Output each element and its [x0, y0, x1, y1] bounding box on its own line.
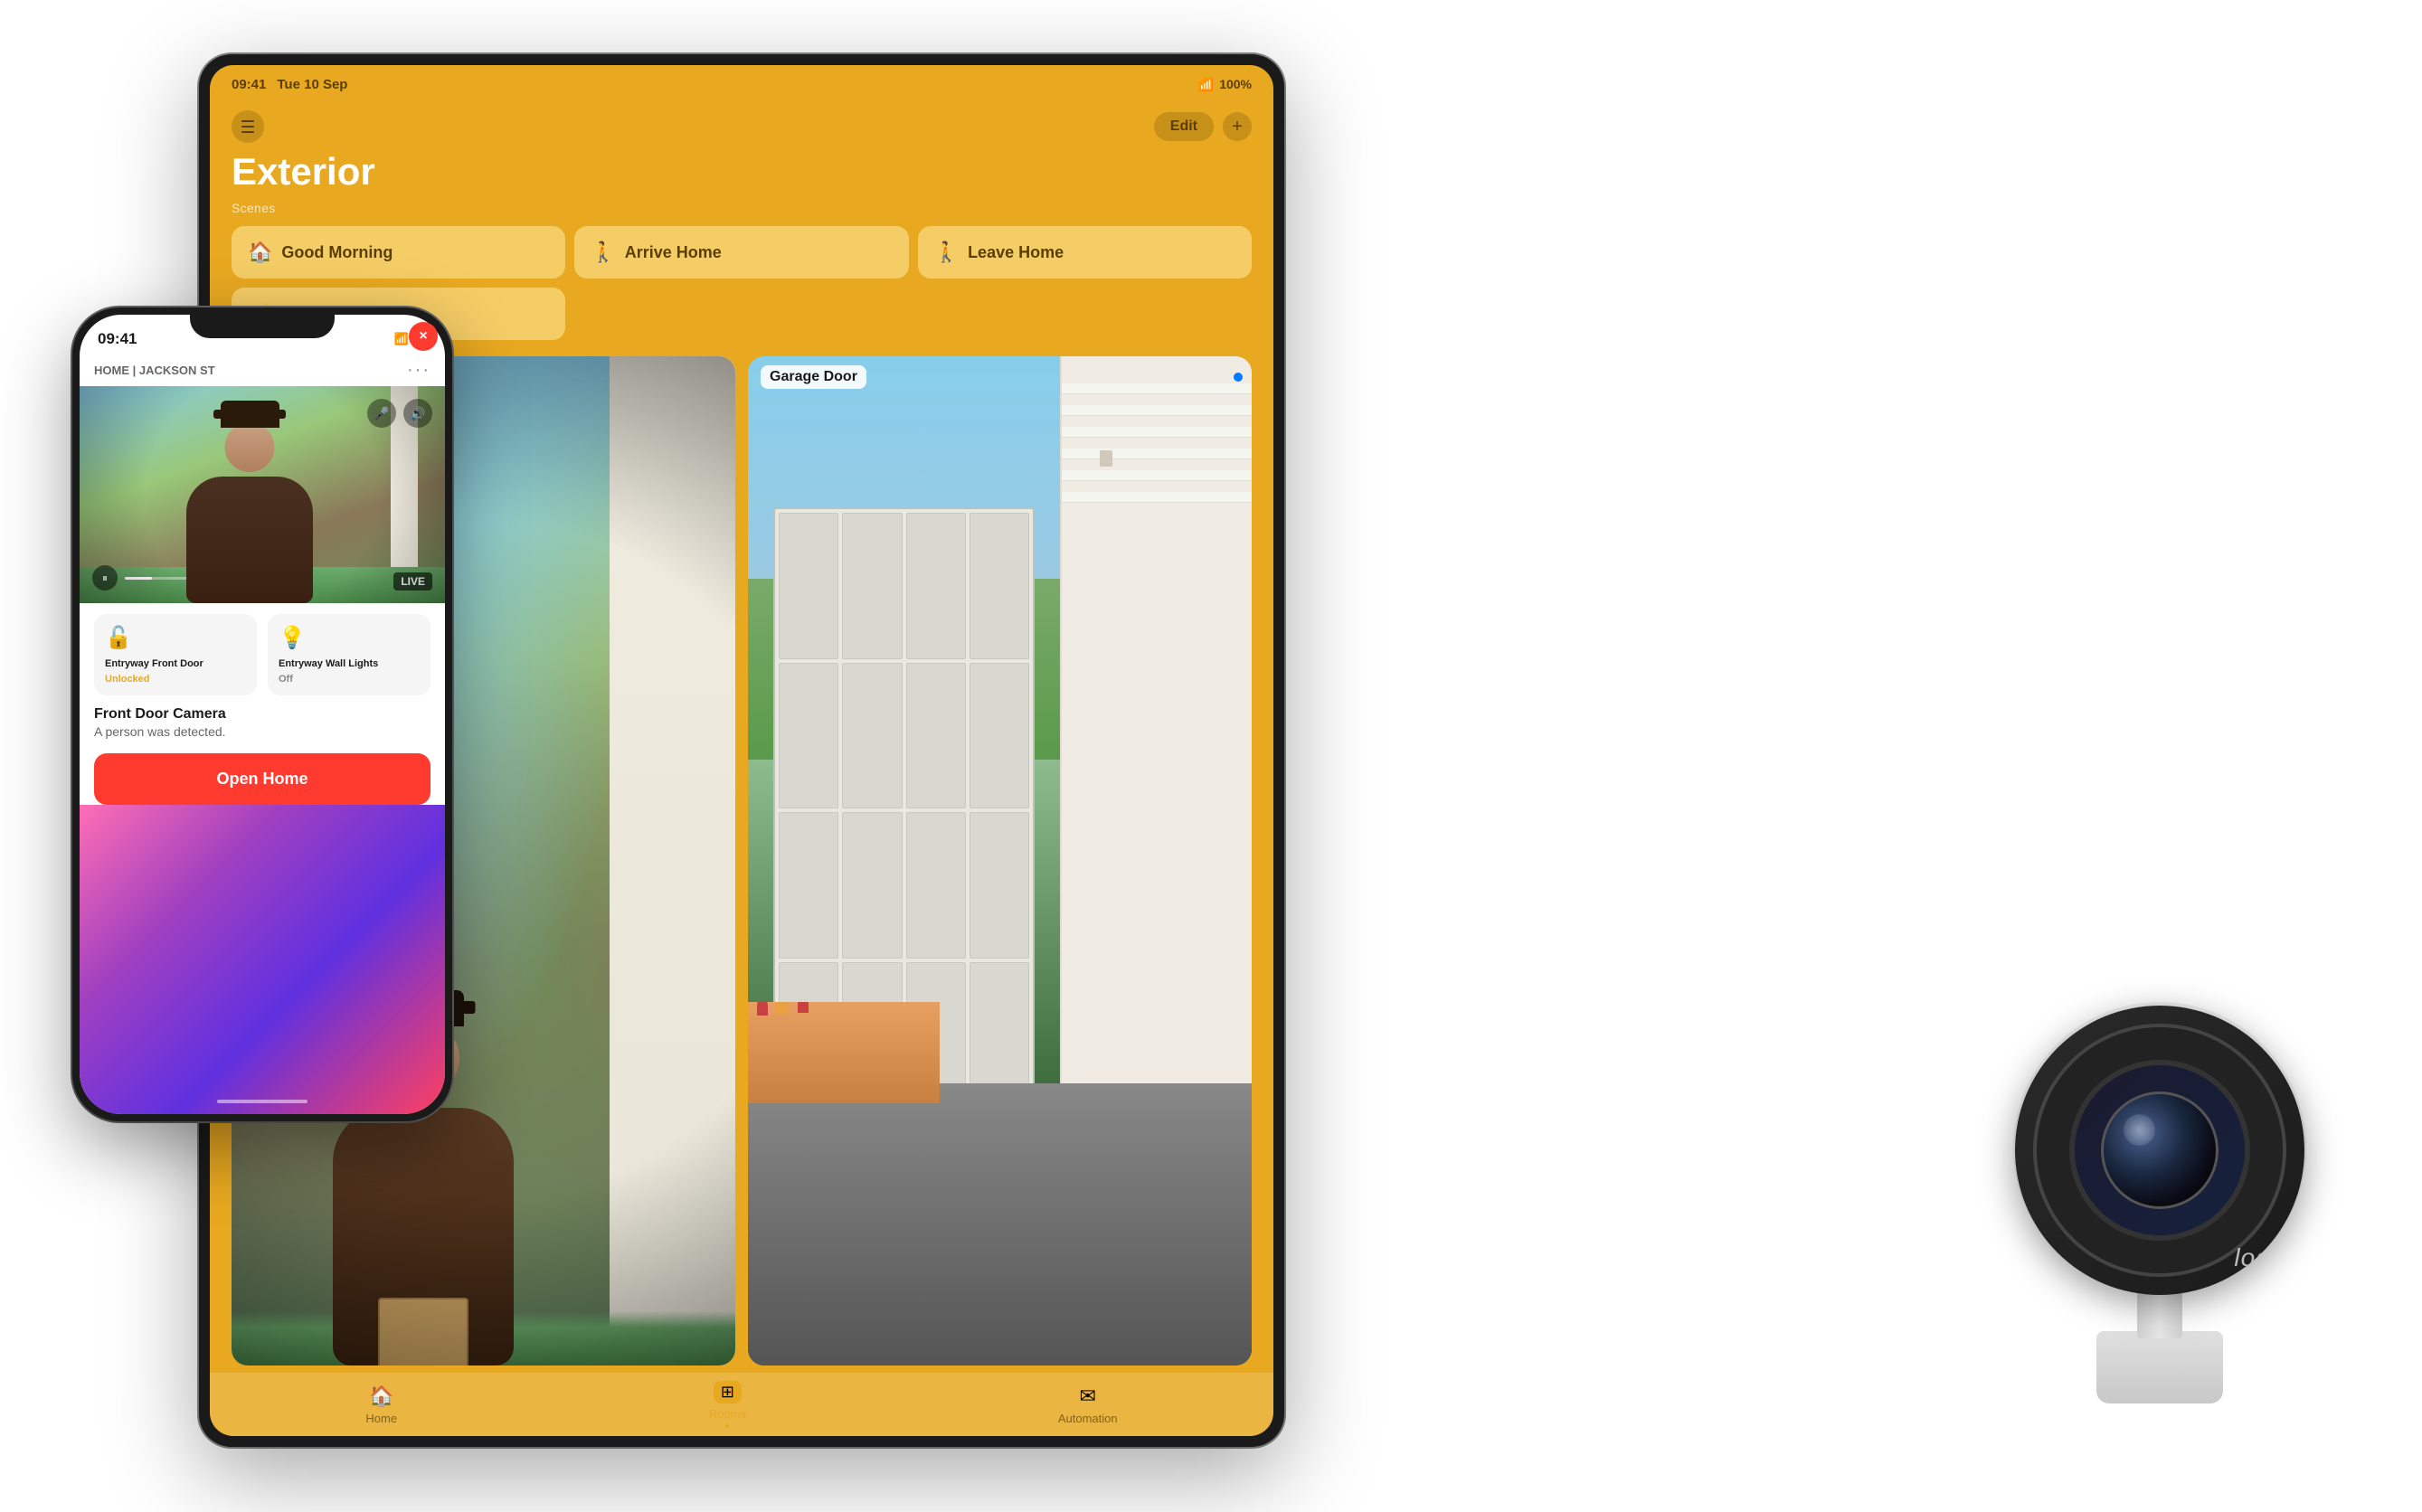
- lights-icon: 💡: [279, 625, 420, 651]
- camera-lens-shine: [2124, 1114, 2155, 1146]
- phone-person-hat: [221, 401, 279, 428]
- edit-button[interactable]: Edit: [1154, 112, 1214, 141]
- nav-home[interactable]: 🏠 Home: [365, 1384, 397, 1425]
- scenes-grid-row1: 🏠 Good Morning 🚶 Arrive Home 🚶 Leave Hom…: [232, 226, 1252, 279]
- phone-devices-row: 🔓 Entryway Front Door Unlocked 💡 Entrywa…: [80, 603, 445, 706]
- good-morning-label: Good Morning: [281, 243, 393, 262]
- security-light: [1100, 450, 1112, 467]
- garage-camera-header: Garage Door: [761, 365, 1243, 389]
- tablet-top-bar: Edit +: [210, 103, 1273, 150]
- camera-lens: [2101, 1091, 2219, 1209]
- garage-camera-card[interactable]: Garage Door: [748, 356, 1252, 1366]
- nav-automation[interactable]: ✉ Automation: [1058, 1384, 1118, 1425]
- scenes-label: Scenes: [232, 201, 1252, 215]
- lights-device-tile[interactable]: 💡 Entryway Wall Lights Off: [268, 614, 430, 695]
- main-scene: 09:41 Tue 10 Sep 📶 100%: [0, 0, 2422, 1512]
- tablet-status-bar: 09:41 Tue 10 Sep 📶 100%: [210, 65, 1273, 103]
- lock-device-name: Entryway Front Door: [105, 658, 246, 670]
- flower-bed: [748, 1002, 940, 1103]
- tablet-time: 09:41: [232, 77, 266, 92]
- phone-screen: 09:41 📶 🔋 HOME | JACKSON ST ···: [80, 315, 445, 1114]
- phone-cam-controls: 🎤 🔊: [367, 399, 432, 428]
- notification-body: A person was detected.: [94, 724, 430, 739]
- nav-rooms-label: Rooms: [709, 1407, 746, 1421]
- camera-inner-ring: [2069, 1060, 2250, 1241]
- lights-device-name: Entryway Wall Lights: [279, 658, 420, 670]
- logi-logo: logi: [2234, 1243, 2277, 1272]
- phone-home-location: HOME | JACKSON ST: [94, 364, 215, 377]
- live-badge: LIVE: [393, 572, 432, 591]
- add-button[interactable]: +: [1223, 112, 1252, 141]
- nav-home-label: Home: [365, 1412, 397, 1425]
- phone-home-indicator: [217, 1100, 307, 1103]
- phone-person-hat-brim: [213, 410, 286, 419]
- good-morning-icon: 🏠: [248, 241, 272, 264]
- open-home-button[interactable]: Open Home: [94, 753, 430, 805]
- tablet-status-right: 📶 100%: [1198, 77, 1252, 92]
- phone-time: 09:41: [98, 330, 137, 348]
- phone-doorbell-person: [186, 422, 313, 603]
- bottom-navigation: 🏠 Home ⊞ Rooms ✉ Automation: [210, 1373, 1273, 1436]
- garage-active-dot: [1234, 373, 1243, 382]
- wifi-icon: 📶: [1198, 77, 1214, 92]
- battery-icon: 100%: [1219, 77, 1252, 91]
- arrive-home-label: Arrive Home: [625, 243, 722, 262]
- video-progress-fill: [125, 577, 152, 580]
- camera-outer-ring: [2033, 1024, 2286, 1277]
- phone-notification: Front Door Camera A person was detected.: [80, 706, 445, 739]
- phone-notch: [190, 307, 335, 338]
- top-actions: Edit +: [1154, 112, 1252, 141]
- phone-camera-view[interactable]: 🎤 🔊 ⏸ LIVE: [80, 386, 445, 603]
- speaker-button[interactable]: 🔊: [403, 399, 432, 428]
- door-surrounds: [610, 356, 735, 1366]
- camera-stand: [2096, 1331, 2223, 1403]
- nav-automation-label: Automation: [1058, 1412, 1118, 1425]
- phone-device: × 09:41 📶 🔋 HOME | JACKSON ST ···: [72, 307, 452, 1121]
- leave-home-icon: 🚶: [934, 241, 959, 264]
- page-title: Exterior: [210, 150, 1273, 194]
- nav-rooms[interactable]: ⊞ Rooms: [709, 1381, 746, 1428]
- garage-house-wall-right: [1060, 356, 1252, 1143]
- menu-button[interactable]: [232, 110, 264, 143]
- rooms-nav-icon: ⊞: [721, 1383, 734, 1401]
- camera-body: logi: [2015, 1006, 2304, 1295]
- phone-person-head: [225, 422, 275, 472]
- tablet-date: Tue 10 Sep: [277, 77, 347, 92]
- phone-wifi-icon: 📶: [394, 332, 409, 346]
- more-options-icon[interactable]: ···: [407, 360, 430, 381]
- arrive-home-icon: 🚶: [591, 241, 615, 264]
- lock-device-tile[interactable]: 🔓 Entryway Front Door Unlocked: [94, 614, 257, 695]
- phone-wallpaper: [80, 805, 445, 1114]
- logi-camera-device: logi: [1970, 969, 2350, 1403]
- scene-arrive-home[interactable]: 🚶 Arrive Home: [574, 226, 908, 279]
- garage-driveway: [748, 1083, 1252, 1366]
- delivery-package: [378, 1298, 468, 1366]
- mic-button[interactable]: 🎤: [367, 399, 396, 428]
- phone-top-bar: HOME | JACKSON ST ···: [80, 354, 445, 386]
- scene-leave-home[interactable]: 🚶 Leave Home: [918, 226, 1252, 279]
- pause-button[interactable]: ⏸: [92, 565, 118, 591]
- close-button[interactable]: ×: [409, 322, 438, 351]
- home-nav-icon: 🏠: [369, 1384, 393, 1408]
- notification-title: Front Door Camera: [94, 706, 430, 723]
- lock-device-status: Unlocked: [105, 674, 246, 685]
- menu-lines-icon: [241, 120, 254, 133]
- lock-icon: 🔓: [105, 625, 246, 651]
- leave-home-label: Leave Home: [968, 243, 1064, 262]
- rooms-active-indicator: [725, 1424, 729, 1428]
- automation-nav-icon: ✉: [1079, 1384, 1095, 1408]
- garage-camera-title: Garage Door: [761, 365, 866, 389]
- lights-device-status: Off: [279, 674, 420, 685]
- phone-person-body: [186, 477, 313, 603]
- scene-good-morning[interactable]: 🏠 Good Morning: [232, 226, 565, 279]
